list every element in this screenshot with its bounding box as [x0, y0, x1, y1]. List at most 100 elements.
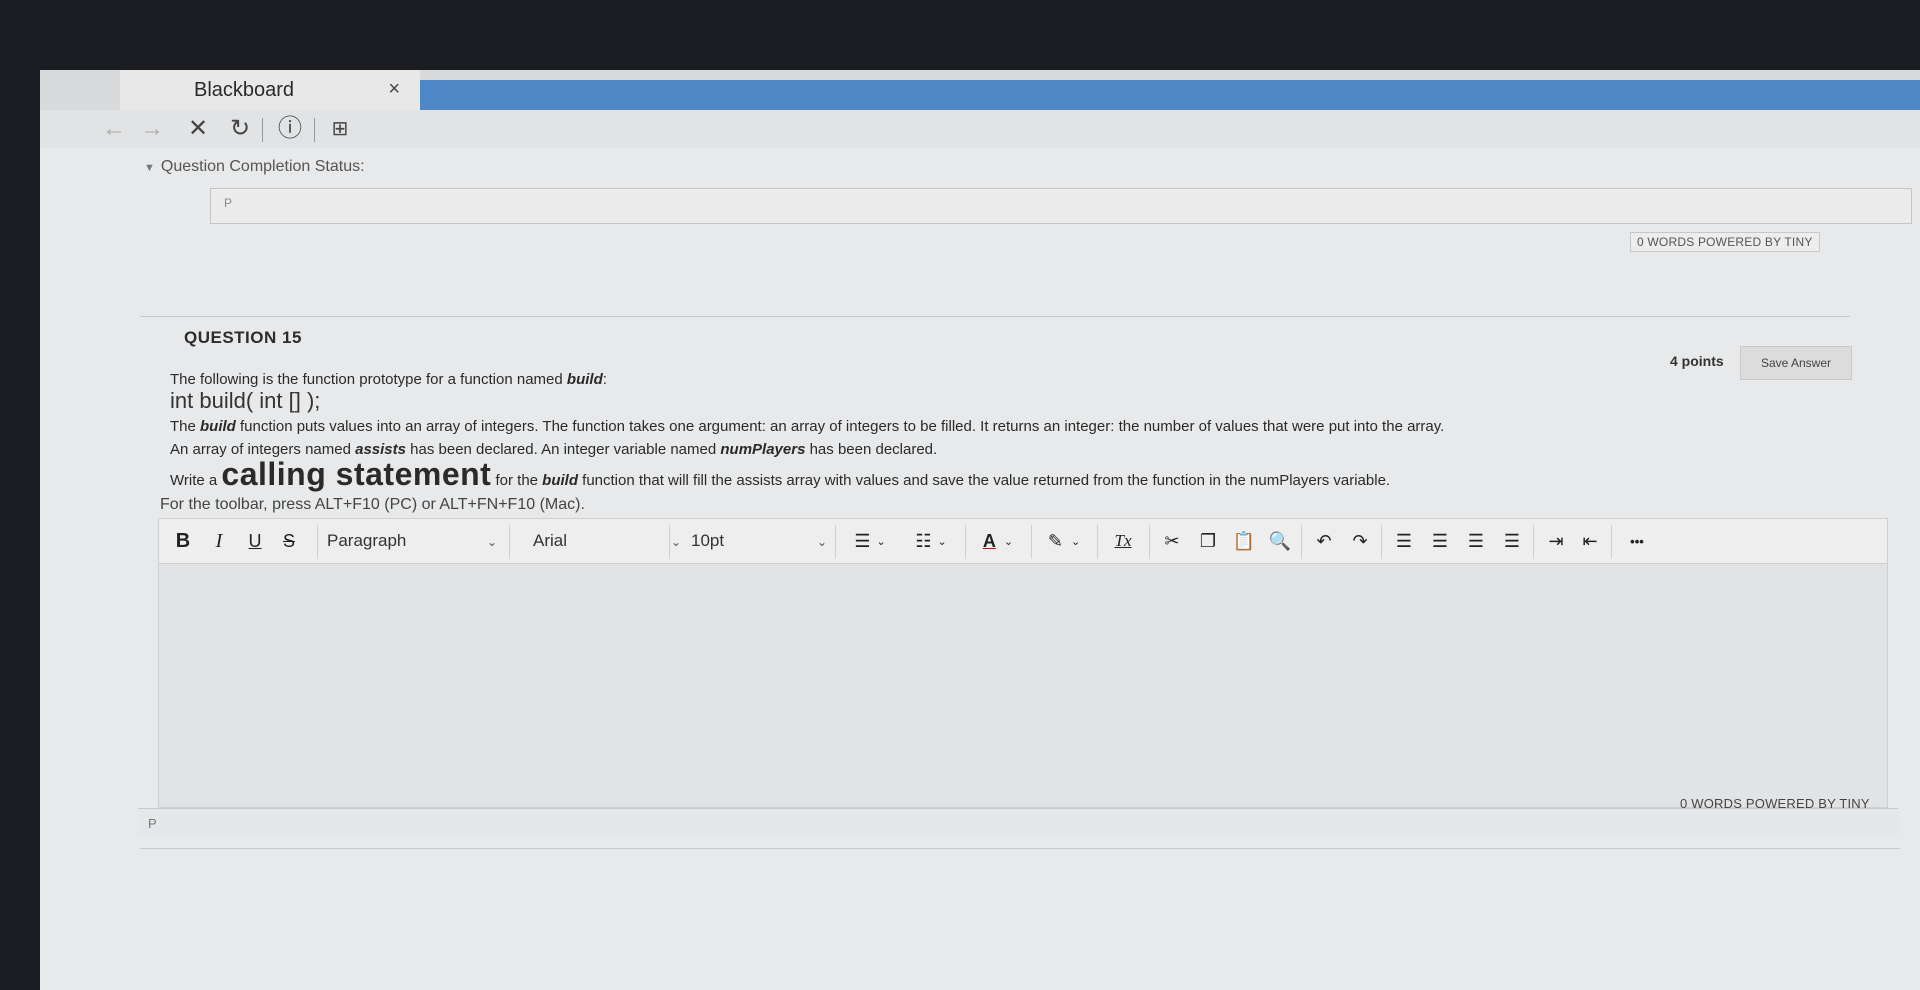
question-line-1: The following is the function prototype … — [170, 371, 607, 388]
chevron-down-icon: ⌄ — [937, 535, 947, 548]
info-icon[interactable]: ⓘ — [274, 114, 306, 144]
bullet-list-button[interactable]: ☰ ⌄ — [845, 519, 895, 563]
reload-icon[interactable]: ↻ — [224, 114, 256, 144]
expand-icon: ▼ — [144, 162, 155, 174]
align-right-button[interactable]: ☰ — [1459, 519, 1493, 563]
chevron-down-icon: ⌄ — [817, 535, 828, 549]
previous-answer-editor[interactable] — [210, 188, 1912, 224]
divider — [140, 316, 1850, 317]
toolbar-divider — [1031, 525, 1032, 559]
back-arrow-icon[interactable]: ← — [98, 114, 130, 144]
search-icon: 🔍 — [1268, 530, 1292, 551]
numbered-list-button[interactable]: ☷ ⌄ — [905, 519, 957, 563]
editor-toolbar: B I U S Paragraph ⌄ Arial ⌄ 10pt ⌄ ☰ ⌄ ☷ ⌄ — [158, 518, 1888, 564]
text: function puts values into an array of in… — [235, 418, 1445, 435]
clear-formatting-button[interactable]: Tx — [1105, 519, 1141, 563]
tab-title: Blackboard — [194, 78, 295, 101]
toolbar-divider — [669, 525, 670, 559]
highlighter-icon: ✎ — [1047, 530, 1063, 551]
text: The — [170, 418, 201, 435]
question-title: QUESTION 15 — [184, 328, 302, 347]
chevron-down-icon: ⌄ — [876, 535, 886, 548]
previous-word-count: 0 WORDS POWERED BY TINY — [1630, 232, 1820, 252]
toolbar-divider — [509, 525, 510, 559]
undo-icon: ↶ — [1316, 530, 1332, 551]
toolbar-divider — [1301, 525, 1302, 559]
chevron-down-icon: ⌄ — [1070, 535, 1081, 548]
indent-button[interactable]: ⇥ — [1539, 519, 1573, 563]
emphasis-text: calling statement — [221, 456, 492, 492]
stop-icon[interactable]: ✕ — [182, 114, 214, 144]
question-completion-status[interactable]: ▼ Question Completion Status: — [144, 158, 365, 176]
function-name: build — [542, 472, 578, 489]
toolbar-hint: For the toolbar, press ALT+F10 (PC) or A… — [160, 496, 585, 513]
align-right-icon: ☰ — [1467, 530, 1485, 551]
toolbar-divider — [965, 525, 966, 559]
bullet-list-icon: ☰ — [854, 530, 871, 551]
undo-button[interactable]: ↶ — [1307, 519, 1341, 563]
chevron-down-icon: ⌄ — [487, 535, 498, 549]
text: : — [602, 371, 607, 388]
align-center-icon: ☰ — [1431, 530, 1449, 551]
function-prototype: int build( int [] ); — [170, 388, 321, 413]
chevron-down-icon: ⌄ — [1003, 535, 1014, 548]
font-size-value: 10pt — [691, 531, 725, 550]
align-justify-icon: ☰ — [1503, 530, 1521, 551]
text-color-button[interactable]: A ⌄ — [973, 519, 1023, 563]
numbered-list-icon: ☷ — [915, 530, 932, 551]
paste-button[interactable]: 📋 — [1227, 519, 1261, 563]
strikethrough-button[interactable]: S — [273, 519, 305, 563]
toolbar-divider — [1097, 525, 1098, 559]
align-justify-button[interactable]: ☰ — [1495, 519, 1529, 563]
nav-divider — [262, 118, 263, 142]
toolbar-divider — [835, 525, 836, 559]
text: function that will fill the assists arra… — [578, 472, 1391, 489]
title-bar-accent — [420, 80, 1920, 110]
align-left-icon: ☰ — [1395, 530, 1413, 551]
redo-icon: ↷ — [1352, 530, 1368, 551]
font-family-select[interactable]: Arial ⌄ — [521, 519, 681, 563]
italic-button[interactable]: I — [203, 519, 235, 563]
forward-arrow-icon[interactable]: → — [136, 114, 168, 144]
copy-button[interactable]: ❐ — [1191, 519, 1225, 563]
question-line-3: The build function puts values into an a… — [170, 418, 1444, 435]
toolbar-divider — [1381, 525, 1382, 559]
previous-editor-path: P — [224, 196, 233, 210]
function-name: build — [200, 418, 236, 435]
text-color-icon: A — [982, 530, 996, 551]
browser-window: Blackboard × ← → ✕ ↻ ⓘ ⊞ ▼ Question Compl… — [40, 70, 1920, 990]
find-replace-button[interactable]: 🔍 — [1263, 519, 1297, 563]
bold-button[interactable]: B — [167, 519, 199, 563]
indent-icon: ⇥ — [1548, 530, 1564, 551]
font-family-value: Arial — [533, 531, 568, 550]
redo-button[interactable]: ↷ — [1343, 519, 1377, 563]
font-size-select[interactable]: 10pt ⌄ — [679, 519, 827, 563]
nav-divider — [314, 118, 315, 142]
text: Write a — [170, 472, 222, 489]
toolbar-divider — [317, 525, 318, 559]
align-center-button[interactable]: ☰ — [1423, 519, 1457, 563]
more-options-button[interactable]: ••• — [1617, 519, 1657, 563]
nav-bar: ← → ✕ ↻ ⓘ ⊞ — [40, 110, 1920, 149]
align-left-button[interactable]: ☰ — [1387, 519, 1421, 563]
underline-button[interactable]: U — [239, 519, 271, 563]
outdent-button[interactable]: ⇤ — [1573, 519, 1607, 563]
block-format-select[interactable]: Paragraph ⌄ — [327, 519, 507, 563]
page-action-icon[interactable]: ⊞ — [324, 114, 356, 144]
outdent-icon: ⇤ — [1582, 530, 1598, 551]
text: for the — [491, 472, 543, 489]
tab-blackboard[interactable]: Blackboard × — [120, 70, 420, 110]
answer-text-area[interactable] — [158, 564, 1888, 808]
toolbar-divider — [1149, 525, 1150, 559]
page-content: ▼ Question Completion Status: P 0 WORDS P… — [40, 148, 1920, 990]
editor-word-count: 0 WORDS POWERED BY TINY — [1680, 796, 1870, 811]
question-points: 4 points — [1670, 353, 1724, 369]
text: The following is the function prototype … — [170, 371, 567, 388]
highlight-color-button[interactable]: ✎ ⌄ — [1039, 519, 1089, 563]
cut-button[interactable]: ✂ — [1155, 519, 1189, 563]
clipboard-icon: 📋 — [1232, 530, 1256, 551]
tab-bar: Blackboard × — [40, 70, 1920, 110]
save-answer-button[interactable]: Save Answer — [1740, 346, 1852, 380]
toolbar-divider — [1533, 525, 1534, 559]
tab-close-icon[interactable]: × — [388, 78, 400, 101]
